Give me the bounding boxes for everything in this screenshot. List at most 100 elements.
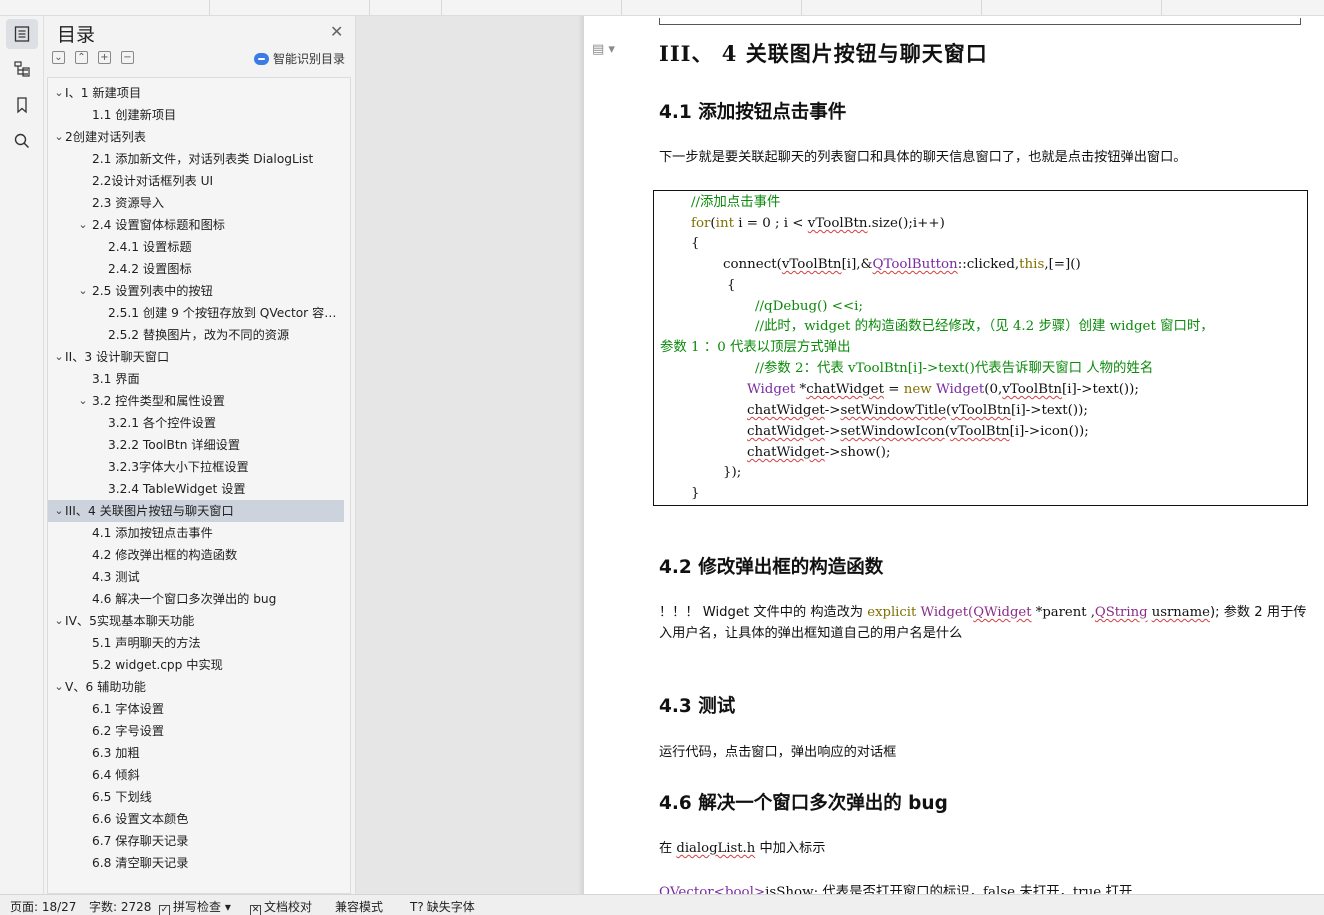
toc-item-label: 2.4.1 设置标题: [108, 240, 192, 254]
toc-item-label: 3.2.3字体大小下拉框设置: [108, 460, 249, 474]
chevron-down-icon[interactable]: ⌄: [77, 280, 89, 302]
toc-item-label: 3.2.2 ToolBtn 详细设置: [108, 438, 241, 452]
toc-item[interactable]: ⌄ IV、5实现基本聊天功能: [48, 610, 344, 632]
toc-item-label: 6.4 倾斜: [92, 768, 140, 782]
toc-item[interactable]: 2.1 添加新文件，对话列表类 DialogList: [48, 148, 344, 170]
document-icon[interactable]: ▤ ▾: [592, 42, 615, 57]
code-line: {: [691, 236, 700, 251]
toc-item[interactable]: 2.3 资源导入: [48, 192, 344, 214]
toc-item-label: 6.3 加粗: [92, 746, 140, 760]
toc-item[interactable]: 3.2.4 TableWidget 设置: [48, 478, 344, 500]
toc-item[interactable]: 6.1 字体设置: [48, 698, 344, 720]
toc-item[interactable]: 2.5.2 替换图片，改为不同的资源: [48, 324, 344, 346]
toc-item[interactable]: 4.6 解决一个窗口多次弹出的 bug: [48, 588, 344, 610]
toc-item-label: 6.6 设置文本颜色: [92, 812, 189, 826]
toc-item[interactable]: 3.2.1 各个控件设置: [48, 412, 344, 434]
toc-item[interactable]: 5.2 widget.cpp 中实现: [48, 654, 344, 676]
bookmark-icon[interactable]: [6, 90, 38, 120]
page-indicator[interactable]: 页面: 18/27: [10, 898, 76, 915]
toc-panel: 目录 ✕ ⌄ ⌃ + − 智能识别目录 ⌄ I、1 新建项目 1.1 创建新项目 ⌄ 2…: [44, 16, 356, 894]
toc-item[interactable]: 2.4.1 设置标题: [48, 236, 344, 258]
toc-toolbar: ⌄ ⌃ + −: [52, 51, 134, 65]
chevron-down-icon[interactable]: ⌄: [53, 126, 65, 148]
page-margin-line: [659, 18, 1301, 25]
compat-mode-label[interactable]: 兼容模式: [335, 898, 383, 915]
toc-list: ⌄ I、1 新建项目 1.1 创建新项目 ⌄ 2创建对话列表 2.1 添加新文件，对话列表…: [47, 77, 351, 894]
toc-item[interactable]: ⌄ 2.5 设置列表中的按钮: [48, 280, 344, 302]
toc-item[interactable]: ⌄ 2创建对话列表: [48, 126, 344, 148]
toc-title: 目录: [57, 24, 96, 46]
toc-item-label: 4.3 测试: [92, 570, 140, 584]
toc-item[interactable]: 6.5 下划线: [48, 786, 344, 808]
toc-item-label: 2.4.2 设置图标: [108, 262, 192, 276]
heading-4-6: 4.6 解决一个窗口多次弹出的 bug: [659, 793, 948, 814]
toc-item-label: 4.1 添加按钮点击事件: [92, 526, 213, 540]
toc-item[interactable]: 2.5.1 创建 9 个按钮存放到 QVector 容器中: [48, 302, 344, 324]
toc-item[interactable]: 4.3 测试: [48, 566, 344, 588]
toc-item[interactable]: 3.2.2 ToolBtn 详细设置: [48, 434, 344, 456]
toc-panel-icon[interactable]: [6, 19, 38, 49]
toc-item[interactable]: 2.4.2 设置图标: [48, 258, 344, 280]
toc-item-label: V、6 辅助功能: [65, 680, 146, 694]
toc-item[interactable]: ⌄ II、3 设计聊天窗口: [48, 346, 344, 368]
add-heading-icon[interactable]: +: [98, 51, 111, 64]
toc-item[interactable]: ⌄ I、1 新建项目: [48, 82, 344, 104]
toc-item-label: 2.2设计对话框列表 UI: [92, 174, 214, 188]
toc-item[interactable]: 6.4 倾斜: [48, 764, 344, 786]
code-line: Widget *chatWidget = new Widget(0,vToolB…: [747, 382, 1139, 397]
toc-item[interactable]: 5.1 声明聊天的方法: [48, 632, 344, 654]
proofread-button[interactable]: ✕ 文档校对: [250, 898, 312, 915]
code-line: chatWidget->setWindowIcon(vToolBtn[i]->i…: [747, 424, 1089, 439]
smart-toc-button[interactable]: 智能识别目录: [254, 50, 345, 67]
paragraph-4-2: ！！！ Widget 文件中的 构造改为 explicit Widget(QWi…: [659, 605, 1307, 641]
toc-item[interactable]: 6.8 清空聊天记录: [48, 852, 344, 874]
toc-item-label: 4.2 修改弹出框的构造函数: [92, 548, 238, 562]
code-line: connect(vToolBtn[i],&QToolButton::clicke…: [723, 257, 1081, 272]
missing-font-button[interactable]: T? 缺失字体: [410, 898, 475, 915]
code-line: //qDebug() <<i;: [755, 299, 863, 314]
chevron-down-icon[interactable]: ⌄: [53, 346, 65, 368]
toc-item[interactable]: 6.3 加粗: [48, 742, 344, 764]
toc-item[interactable]: 6.6 设置文本颜色: [48, 808, 344, 830]
toc-item[interactable]: 3.1 界面: [48, 368, 344, 390]
smart-toc-label: 智能识别目录: [273, 52, 346, 66]
code-line: //此时，widget 的构造函数已经修改，（见 4.2 步骤）创建 widge…: [755, 319, 1214, 334]
remove-heading-icon[interactable]: −: [121, 51, 134, 64]
chevron-down-icon[interactable]: ⌄: [53, 610, 65, 632]
close-icon[interactable]: ✕: [330, 22, 343, 41]
toc-item[interactable]: ⌄ 2.4 设置窗体标题和图标: [48, 214, 344, 236]
toc-item[interactable]: 6.2 字号设置: [48, 720, 344, 742]
toc-item[interactable]: 4.1 添加按钮点击事件: [48, 522, 344, 544]
toc-item-label: 1.1 创建新项目: [92, 108, 177, 122]
toc-item[interactable]: 6.7 保存聊天记录: [48, 830, 344, 852]
spell-check-button[interactable]: ✓ 拼写检查 ▾: [159, 898, 231, 915]
toc-item[interactable]: 1.1 创建新项目: [48, 104, 344, 126]
toc-item[interactable]: 2.2设计对话框列表 UI: [48, 170, 344, 192]
toc-item[interactable]: 3.2.3字体大小下拉框设置: [48, 456, 344, 478]
toc-item[interactable]: 4.2 修改弹出框的构造函数: [48, 544, 344, 566]
heading-4-2: 4.2 修改弹出框的构造函数: [659, 557, 884, 578]
toc-item[interactable]: ⌄ V、6 辅助功能: [48, 676, 344, 698]
structure-icon[interactable]: [6, 54, 38, 84]
toc-item[interactable]: ⌄ III、4 关联图片按钮与聊天窗口: [48, 500, 344, 522]
collapse-all-icon[interactable]: ⌄: [52, 51, 65, 64]
toc-item-label: III、4 关联图片按钮与聊天窗口: [65, 504, 234, 518]
toc-item-label: 2.1 添加新文件，对话列表类 DialogList: [92, 152, 314, 166]
toc-item-label: 2.3 资源导入: [92, 196, 165, 210]
chevron-down-icon[interactable]: ⌄: [77, 214, 89, 236]
toc-item-label: 2.5 设置列表中的按钮: [92, 284, 213, 298]
workspace-gap: [357, 16, 584, 894]
word-count[interactable]: 字数: 2728: [89, 898, 151, 915]
toc-item[interactable]: ⌄ 3.2 控件类型和属性设置: [48, 390, 344, 412]
chevron-down-icon[interactable]: ⌄: [53, 676, 65, 698]
chevron-down-icon[interactable]: ⌄: [77, 390, 89, 412]
heading-4-1: 4.1 添加按钮点击事件: [659, 102, 847, 123]
toc-item-label: 6.1 字体设置: [92, 702, 165, 716]
status-bar: 页面: 18/27 字数: 2728 ✓ 拼写检查 ▾ ✕ 文档校对 兼容模式 T?…: [0, 894, 1324, 915]
chevron-down-icon[interactable]: ⌄: [53, 82, 65, 104]
code-line: {: [727, 278, 736, 293]
chevron-down-icon[interactable]: ⌄: [53, 500, 65, 522]
search-icon[interactable]: [6, 126, 38, 156]
expand-all-icon[interactable]: ⌃: [75, 51, 88, 64]
toc-item-label: II、3 设计聊天窗口: [65, 350, 170, 364]
